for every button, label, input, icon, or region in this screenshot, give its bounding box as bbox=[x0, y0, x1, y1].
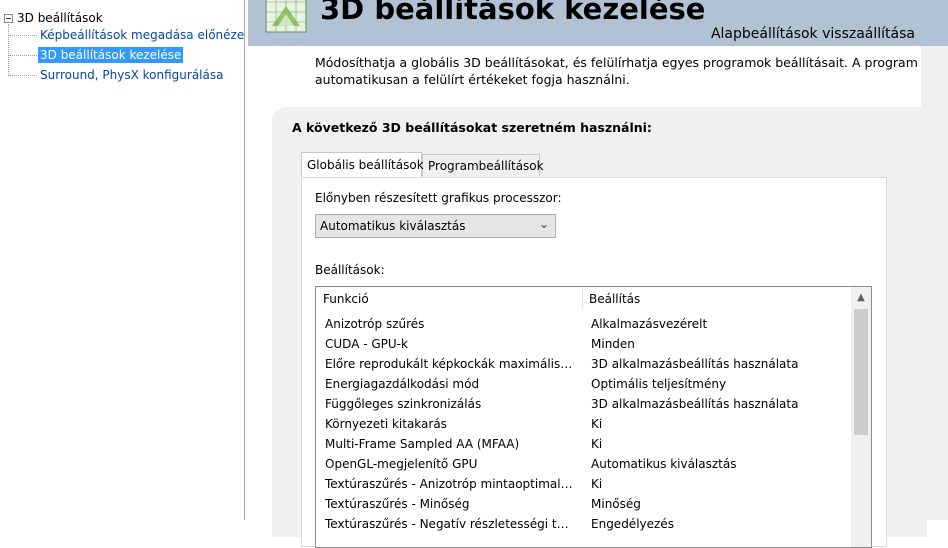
feature-cell: Anizotróp szűrés bbox=[325, 317, 425, 331]
tree-connector bbox=[9, 75, 37, 76]
tree-item-surround-physx[interactable]: Surround, PhysX konfigurálása bbox=[38, 67, 225, 83]
feature-cell: Textúraszűrés - Minőség bbox=[325, 497, 470, 511]
column-header-feature[interactable]: Funkció bbox=[323, 292, 369, 306]
setting-cell[interactable]: Automatikus kiválasztás bbox=[591, 454, 736, 474]
setting-cell[interactable]: Minden bbox=[591, 334, 635, 354]
nvidia-3d-settings-icon bbox=[265, 0, 307, 33]
page-description: Módosíthatja a globális 3D beállításokat… bbox=[315, 54, 935, 88]
table-row[interactable]: Függőleges szinkronizálás 3D alkalmazásbe… bbox=[316, 394, 851, 414]
navigation-tree: 3D beállítások Képbeállítások megadása e… bbox=[0, 0, 245, 520]
feature-cell: OpenGL-megjelenítő GPU bbox=[325, 457, 478, 471]
tree-root-label: 3D beállítások bbox=[17, 11, 103, 25]
scroll-thumb[interactable] bbox=[854, 309, 868, 435]
global-settings-page: Előnyben részesített grafikus processzor… bbox=[301, 177, 887, 548]
setting-cell[interactable]: Ki bbox=[591, 434, 602, 454]
feature-cell: Textúraszűrés - Negatív részletességi to… bbox=[325, 517, 575, 531]
tab-global-settings[interactable]: Globális beállítások bbox=[301, 152, 424, 177]
table-row[interactable]: Textúraszűrés - Negatív részletességi to… bbox=[316, 514, 851, 534]
tree-root-3d-settings[interactable]: 3D beállítások bbox=[4, 10, 103, 26]
column-header-setting[interactable]: Beállítás bbox=[589, 292, 640, 306]
gpu-select-value: Automatikus kiválasztás bbox=[320, 219, 466, 233]
feature-cell: Textúraszűrés - Anizotróp mintaoptimaliz… bbox=[325, 477, 575, 491]
collapse-icon[interactable] bbox=[4, 13, 13, 23]
tree-item-image-settings-preview[interactable]: Képbeállítások megadása előnézettel bbox=[38, 27, 244, 43]
description-line: automatikusan a felülírt értékeket fogja… bbox=[315, 72, 630, 87]
table-row[interactable]: Multi-Frame Sampled AA (MFAA) Ki bbox=[316, 434, 851, 454]
tree-connector bbox=[9, 35, 37, 36]
setting-cell[interactable]: Engedélyezés bbox=[591, 514, 674, 534]
description-line: Módosíthatja a globális 3D beállításokat… bbox=[315, 55, 935, 70]
setting-cell[interactable]: Optimális teljesítmény bbox=[591, 374, 726, 394]
panel-title: A következő 3D beállításokat szeretném h… bbox=[292, 120, 652, 135]
table-row[interactable]: Előre reprodukált képkockák maximális sz… bbox=[316, 354, 851, 374]
setting-cell[interactable]: Ki bbox=[591, 474, 602, 494]
setting-cell[interactable]: Alkalmazásvezérelt bbox=[591, 314, 707, 334]
table-row[interactable]: CUDA - GPU-k Minden bbox=[316, 334, 851, 354]
chevron-down-icon: ⌄ bbox=[538, 217, 549, 231]
feature-cell: Környezeti kitakarás bbox=[325, 417, 447, 431]
setting-cell[interactable]: 3D alkalmazásbeállítás használata bbox=[591, 354, 798, 374]
feature-cell: Multi-Frame Sampled AA (MFAA) bbox=[325, 437, 520, 451]
feature-cell: Előre reprodukált képkockák maximális sz… bbox=[325, 357, 575, 371]
list-header: Funkció Beállítás bbox=[316, 287, 851, 311]
list-scrollbar[interactable]: ▲ bbox=[851, 287, 871, 547]
table-row[interactable]: OpenGL-megjelenítő GPU Automatikus kivála… bbox=[316, 454, 851, 474]
table-row[interactable]: Energiagazdálkodási mód Optimális teljesí… bbox=[316, 374, 851, 394]
settings-panel: A következő 3D beállításokat szeretném h… bbox=[272, 107, 927, 548]
table-row[interactable]: Anizotróp szűrés Alkalmazásvezérelt bbox=[316, 314, 851, 334]
setting-cell[interactable]: Ki bbox=[591, 414, 602, 434]
table-row[interactable]: Textúraszűrés - Anizotróp mintaoptimaliz… bbox=[316, 474, 851, 494]
tree-item-manage-3d-settings[interactable]: 3D beállítások kezelése bbox=[38, 47, 184, 63]
feature-cell: Függőleges szinkronizálás bbox=[325, 397, 482, 411]
setting-cell[interactable]: Minőség bbox=[591, 494, 641, 514]
tab-program-settings[interactable]: Programbeállítások bbox=[422, 154, 544, 176]
table-row[interactable]: Környezeti kitakarás Ki bbox=[316, 414, 851, 434]
gpu-select[interactable]: Automatikus kiválasztás ⌄ bbox=[315, 214, 556, 238]
tree-connector bbox=[8, 24, 9, 76]
column-separator[interactable] bbox=[582, 288, 583, 308]
feature-cell: CUDA - GPU-k bbox=[325, 337, 408, 351]
feature-cell: Energiagazdálkodási mód bbox=[325, 377, 480, 391]
page-scrollbar[interactable] bbox=[921, 46, 948, 520]
tree-connector bbox=[9, 55, 37, 56]
restore-defaults-link[interactable]: Alapbeállítások visszaállítása bbox=[711, 26, 915, 42]
page-header: 3D beállítások kezelése Alapbeállítások … bbox=[248, 0, 948, 46]
scroll-up-icon[interactable]: ▲ bbox=[851, 289, 871, 307]
page-title: 3D beállítások kezelése bbox=[320, 0, 706, 26]
settings-label: Beállítások: bbox=[315, 263, 385, 277]
settings-list: Funkció Beállítás Anizotróp szűrés Alkalm… bbox=[315, 286, 872, 548]
list-rows: Anizotróp szűrés Alkalmazásvezérelt CUDA -… bbox=[316, 314, 851, 534]
setting-cell[interactable]: 3D alkalmazásbeállítás használata bbox=[591, 394, 798, 414]
gpu-label: Előnyben részesített grafikus processzor… bbox=[315, 191, 562, 205]
table-row[interactable]: Textúraszűrés - Minőség Minőség bbox=[316, 494, 851, 514]
